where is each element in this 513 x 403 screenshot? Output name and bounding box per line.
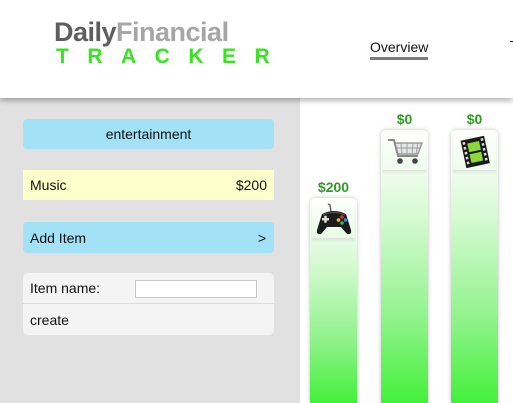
item-name-label: Item name: — [30, 280, 101, 296]
film-icon — [453, 132, 496, 171]
nav-overview-link[interactable]: Overview — [370, 39, 429, 60]
bar-value-label: $0 — [396, 111, 413, 127]
new-item-form: Item name: create — [23, 273, 274, 335]
add-item-label: Add Item — [30, 229, 87, 246]
category-label: entertainment — [105, 126, 192, 142]
chevron-right-icon: > — [257, 229, 266, 246]
chart-bar-games[interactable] — [310, 198, 357, 403]
logo-subtitle: TRACKER — [56, 45, 289, 68]
item-name-row: Item name: — [23, 273, 274, 304]
app-logo: DailyFinancial — [54, 17, 229, 47]
shopping-cart-icon — [383, 132, 426, 171]
gamepad-icon — [312, 200, 355, 239]
create-label: create — [30, 311, 69, 328]
logo-word-financial: Financial — [116, 17, 229, 47]
create-button[interactable]: create — [23, 304, 274, 335]
expense-item-name: Music — [30, 177, 67, 193]
add-item-button[interactable]: Add Item > — [23, 222, 274, 253]
bar-value-label: $0 — [466, 111, 483, 127]
category-panel: entertainment Music $200 Add Item > Item… — [0, 98, 300, 403]
expense-item-row[interactable]: Music $200 — [23, 170, 274, 200]
chart-bar-shopping[interactable] — [381, 130, 428, 403]
item-name-input[interactable] — [135, 280, 257, 298]
expense-item-amount: $200 — [235, 177, 267, 193]
spending-chart: $200 $0 $0 — [300, 98, 513, 403]
bar-value-label: $200 — [317, 179, 350, 195]
logo-word-daily: Daily — [54, 17, 117, 47]
chart-bar-movies[interactable] — [451, 130, 498, 403]
category-button[interactable]: entertainment — [23, 119, 274, 149]
app-header: DailyFinancial TRACKER Overview — [0, 0, 513, 98]
